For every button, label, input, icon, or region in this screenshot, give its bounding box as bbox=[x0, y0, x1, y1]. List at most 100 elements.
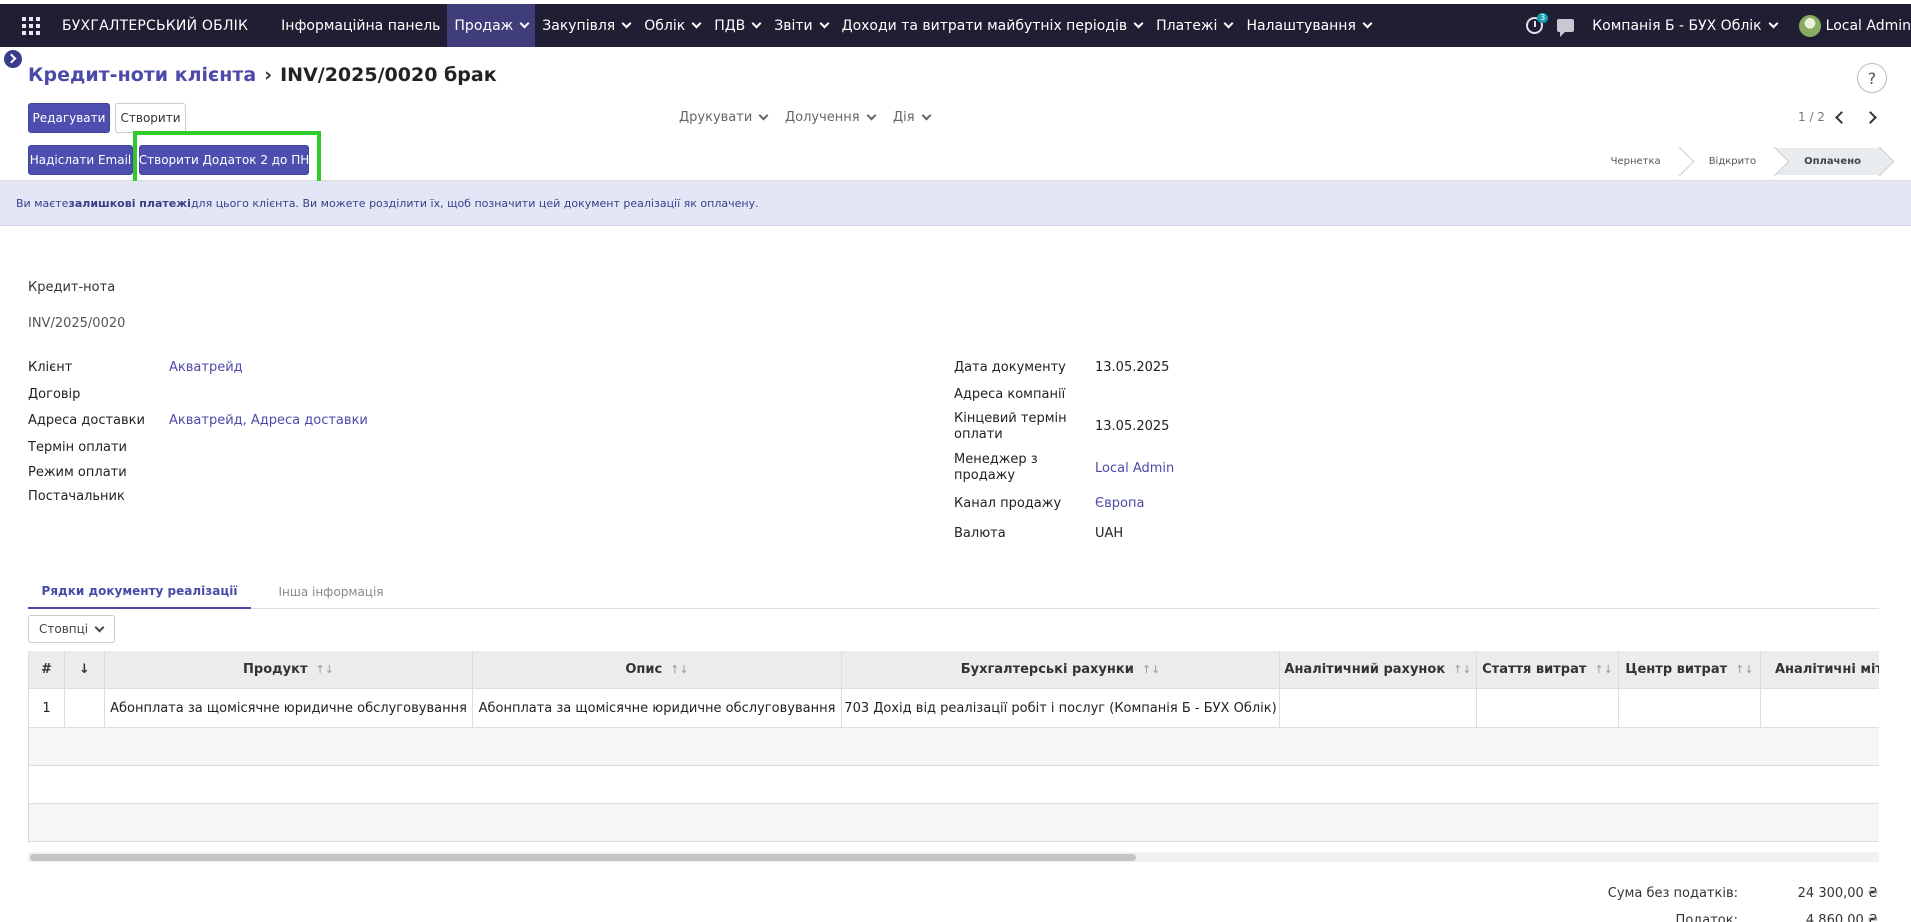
table-header-row: # ↓ Продукт ↑↓ Опис ↑↓ Бухгалтерські рахун… bbox=[29, 651, 1879, 689]
apps-grid-icon[interactable] bbox=[22, 16, 40, 35]
create-annex-button[interactable]: Створити Додаток 2 до ПН bbox=[139, 145, 309, 175]
alert-text-bold[interactable]: залишкові платежі bbox=[68, 197, 190, 210]
sales-manager-value[interactable]: Local Admin bbox=[1095, 461, 1174, 476]
cell-accounts[interactable]: 703 Дохід від реалізації робіт і послуг … bbox=[842, 689, 1280, 727]
menu-settings[interactable]: Налаштування bbox=[1239, 4, 1377, 47]
sidebar-toggle-icon[interactable] bbox=[4, 50, 22, 68]
sort-icon: ↑↓ bbox=[670, 663, 689, 676]
print-dropdown[interactable]: Друкувати bbox=[679, 110, 769, 125]
payment-term-label: Термін оплати bbox=[28, 440, 127, 455]
delivery-address-label: Адреса доставки bbox=[28, 413, 145, 428]
chevron-down-icon bbox=[751, 18, 762, 29]
top-navbar: БУХГАЛТЕРСЬКИЙ ОБЛІК Інформаційна панель… bbox=[0, 4, 1911, 47]
cell-analytic-account[interactable] bbox=[1280, 689, 1477, 727]
client-value[interactable]: Акватрейд bbox=[169, 360, 243, 375]
column-header-analytic-account[interactable]: Аналітичний рахунок ↑↓ bbox=[1280, 651, 1477, 688]
send-email-button[interactable]: Надіслати Email bbox=[28, 145, 133, 175]
stage-paid[interactable]: Оплачено bbox=[1776, 148, 1881, 175]
delivery-address-value[interactable]: Акватрейд, Адреса доставки bbox=[169, 413, 368, 428]
tab-invoice-lines[interactable]: Рядки документу реалізації bbox=[28, 575, 251, 609]
horizontal-scrollbar-thumb[interactable] bbox=[30, 854, 1136, 861]
print-label: Друкувати bbox=[679, 110, 753, 125]
main-menu: Інформаційна панель Продаж Закупівля Обл… bbox=[274, 4, 1378, 47]
menu-purchase[interactable]: Закупівля bbox=[535, 4, 637, 47]
create-button[interactable]: Створити bbox=[115, 103, 186, 133]
alert-text-suffix: для цього клієнта. Ви можете розділити ї… bbox=[190, 196, 759, 210]
invoice-lines-table: # ↓ Продукт ↑↓ Опис ↑↓ Бухгалтерські рахун… bbox=[28, 651, 1879, 843]
document-number: INV/2025/0020 bbox=[28, 316, 126, 331]
column-header-cost-center[interactable]: Центр витрат ↑↓ bbox=[1619, 651, 1761, 688]
supplier-label: Постачальник bbox=[28, 489, 125, 504]
menu-deferred[interactable]: Доходи та витрати майбутніх періодів bbox=[835, 4, 1149, 47]
cell-product[interactable]: Абонплата за щомісячне юридичне обслугов… bbox=[105, 689, 473, 727]
chat-icon[interactable] bbox=[1557, 19, 1575, 37]
chevron-down-icon bbox=[519, 18, 530, 29]
activity-clock-icon[interactable]: 3 bbox=[1526, 13, 1549, 34]
due-date-value[interactable]: 13.05.2025 bbox=[1095, 419, 1169, 434]
chevron-down-icon bbox=[621, 18, 632, 29]
cell-description[interactable]: Абонплата за щомісячне юридичне обслугов… bbox=[473, 689, 842, 727]
currency-value[interactable]: UAH bbox=[1095, 526, 1123, 541]
stage-label: Відкрито bbox=[1708, 156, 1757, 167]
document-date-value[interactable]: 13.05.2025 bbox=[1095, 360, 1169, 375]
menu-payments[interactable]: Платежі bbox=[1149, 4, 1239, 47]
menu-dashboard[interactable]: Інформаційна панель bbox=[274, 4, 447, 47]
help-button[interactable]: ? bbox=[1857, 63, 1887, 93]
chevron-down-icon bbox=[1133, 18, 1144, 29]
stage-label: Чернетка bbox=[1610, 156, 1661, 167]
sales-channel-value[interactable]: Європа bbox=[1095, 496, 1144, 511]
menu-accounting[interactable]: Облік bbox=[637, 4, 707, 47]
menu-label: Налаштування bbox=[1246, 17, 1356, 34]
column-header-product[interactable]: Продукт ↑↓ bbox=[105, 651, 473, 688]
columns-dropdown[interactable]: Стовпці bbox=[28, 615, 115, 643]
column-header-description[interactable]: Опис ↑↓ bbox=[473, 651, 842, 688]
column-header-label: Бухгалтерські рахунки bbox=[960, 662, 1134, 677]
stage-open[interactable]: Відкрито bbox=[1680, 148, 1777, 175]
menu-vat[interactable]: ПДВ bbox=[707, 4, 767, 47]
user-menu[interactable]: Local Admin bbox=[1798, 14, 1911, 37]
navbar-systray: 3 Компанія Б - БУХ Облік Local Admin bbox=[1526, 4, 1911, 47]
column-header-expense-item[interactable]: Стаття витрат ↑↓ bbox=[1477, 651, 1619, 688]
column-header-number: # bbox=[29, 651, 65, 688]
table-row[interactable]: 1 Абонплата за щомісячне юридичне обслуг… bbox=[29, 689, 1879, 728]
column-header-label: Опис bbox=[625, 662, 663, 677]
activity-badge: 3 bbox=[1537, 13, 1549, 23]
user-name: Local Admin bbox=[1825, 17, 1911, 34]
action-dropdown[interactable]: Дія bbox=[893, 110, 932, 125]
untaxed-amount-value: 24 300,00 ₴ bbox=[1797, 886, 1878, 901]
column-header-analytic-tags[interactable]: Аналітичні мітк bbox=[1761, 651, 1879, 688]
outstanding-payments-alert: Ви маєте залишкові платежі для цього клі… bbox=[0, 181, 1911, 226]
column-header-accounts[interactable]: Бухгалтерські рахунки ↑↓ bbox=[842, 651, 1280, 688]
cell-cost-center[interactable] bbox=[1619, 689, 1761, 727]
cell-number: 1 bbox=[29, 689, 65, 727]
menu-label: Доходи та витрати майбутніх періодів bbox=[841, 17, 1128, 34]
tax-amount-value: 4 860,00 ₴ bbox=[1805, 913, 1878, 922]
menu-sales[interactable]: Продаж bbox=[447, 4, 536, 47]
tab-other-info[interactable]: Інша інформація bbox=[251, 575, 411, 609]
pager-value[interactable]: 1 / 2 bbox=[1798, 110, 1825, 124]
status-bar: Чернетка Відкрито Оплачено bbox=[1582, 148, 1881, 175]
sales-channel-label: Канал продажу bbox=[954, 496, 1062, 511]
avatar bbox=[1798, 14, 1821, 37]
chevron-down-icon bbox=[1362, 18, 1373, 29]
chevron-down-icon bbox=[691, 18, 702, 29]
attachment-label: Долучення bbox=[785, 110, 860, 125]
company-switcher[interactable]: Компанія Б - БУХ Облік bbox=[1592, 18, 1779, 34]
edit-button[interactable]: Редагувати bbox=[28, 103, 110, 133]
stage-draft[interactable]: Чернетка bbox=[1582, 148, 1681, 175]
attachment-dropdown[interactable]: Долучення bbox=[785, 110, 877, 125]
chevron-down-icon bbox=[819, 18, 830, 29]
column-header-handle[interactable]: ↓ bbox=[65, 651, 105, 688]
sort-icon: ↑↓ bbox=[1453, 663, 1472, 676]
breadcrumb-parent[interactable]: Кредит-ноти клієнта bbox=[28, 64, 256, 86]
column-header-label: Продукт bbox=[243, 662, 308, 677]
cell-expense-item[interactable] bbox=[1477, 689, 1619, 727]
currency-label: Валюта bbox=[954, 526, 1006, 541]
menu-reports[interactable]: Звіти bbox=[767, 4, 834, 47]
pager-previous-icon[interactable] bbox=[1832, 110, 1850, 126]
app-brand[interactable]: БУХГАЛТЕРСЬКИЙ ОБЛІК bbox=[62, 18, 248, 34]
form-tabs: Рядки документу реалізації Інша інформац… bbox=[28, 575, 1879, 609]
arrow-down-icon: ↓ bbox=[79, 662, 90, 677]
pager-next-icon[interactable] bbox=[1864, 110, 1882, 126]
cell-analytic-tags[interactable] bbox=[1761, 689, 1879, 727]
